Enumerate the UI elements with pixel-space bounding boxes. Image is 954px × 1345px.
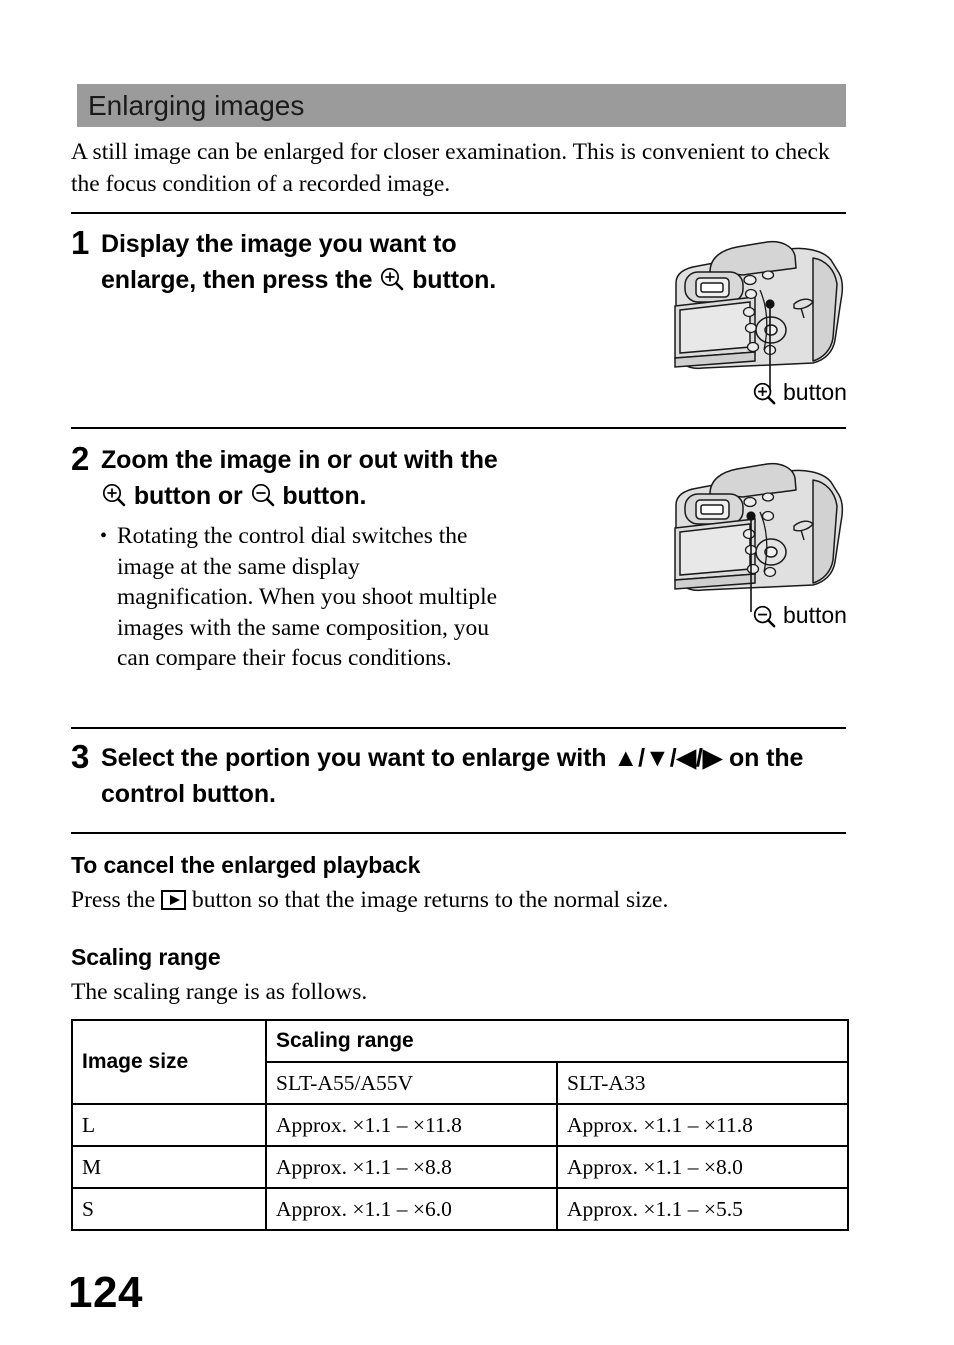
step-2-text: Zoom the image in or out with the button… [101,442,498,514]
row-L-a33: Approx. ×1.1 – ×11.8 [556,1103,849,1147]
figure-2-caption-text: button [783,602,847,628]
step-3-line-1-before: Select the portion you want to enlarge w… [101,744,607,772]
direction-arrows-icon: ▲/▼/◀/▶ [613,744,723,772]
page-number: 124 [68,1268,143,1317]
row-size-L: L [71,1103,267,1147]
step-2-number: 2 [71,440,90,477]
scaling-section-heading: Scaling range [71,944,221,970]
step-1-text: Display the image you want to enlarge, t… [101,226,496,298]
row-S-a55: Approx. ×1.1 – ×6.0 [265,1187,558,1231]
figure-1-caption: button [752,379,847,406]
step-1-line-2-before: enlarge, then press the [101,266,373,294]
manual-page: Enlarging images A still image can be en… [0,0,954,1345]
step-2-bullet-text: Rotating the control dial switches the i… [117,523,498,671]
magnifier-minus-icon [752,604,776,628]
cancel-section-heading: To cancel the enlarged playback [71,852,421,878]
rule-above-step-3 [71,727,846,729]
step-2-line-2-mid: button or [133,482,243,510]
step-3-line-2: control button. [101,780,276,808]
rule-below-step-3 [71,832,846,834]
step-3-text: Select the portion you want to enlarge w… [101,740,803,812]
highlighted-button-dot [746,511,756,521]
row-size-S: S [71,1187,267,1231]
figure-1-caption-text: button [783,379,847,405]
magnifier-minus-icon [250,482,276,508]
cancel-text-after: button so that the image returns to the … [191,887,669,913]
table-row: L Approx. ×1.1 – ×11.8 Approx. ×1.1 – ×1… [71,1103,849,1147]
table-header-col-a55: SLT-A55/A55V [265,1061,558,1105]
step-1-number: 1 [71,224,90,261]
section-title: Enlarging images [88,89,305,121]
row-M-a33: Approx. ×1.1 – ×8.0 [556,1145,849,1189]
row-M-a55: Approx. ×1.1 – ×8.8 [265,1145,558,1189]
cancel-section-text: Press the button so that the image retur… [71,884,668,916]
bullet-icon: • [100,525,108,547]
row-S-a33: Approx. ×1.1 – ×5.5 [556,1187,849,1231]
table-row: M Approx. ×1.1 – ×8.8 Approx. ×1.1 – ×8.… [71,1145,849,1189]
highlighted-button-dot [765,299,775,309]
step-3-number: 3 [71,738,90,775]
row-size-M: M [71,1145,267,1189]
table-header-col-a33: SLT-A33 [556,1061,849,1105]
rule-above-step-1 [71,212,846,214]
step-1-line-1: Display the image you want to [101,230,457,258]
rule-above-step-2 [71,427,846,429]
playback-button-icon [161,890,187,910]
section-header-bar: Enlarging images [71,84,846,127]
step-1-line-2-after: button. [412,266,497,294]
intro-paragraph: A still image can be enlarged for closer… [71,139,830,197]
table-header-scaling-range: Scaling range [265,1019,849,1063]
magnifier-plus-icon [101,482,127,508]
scaling-range-table: Image size Scaling range SLT-A55/A55V SL… [71,1019,849,1231]
step-1: 1 Display the image you want to enlarge,… [71,226,591,298]
row-L-a55: Approx. ×1.1 – ×11.8 [265,1103,558,1147]
table-header-image-size: Image size [71,1019,267,1105]
step-3: 3 Select the portion you want to enlarge… [71,740,861,812]
list-item: • Rotating the control dial switches the… [100,521,500,674]
step-2-line-1: Zoom the image in or out with the [101,446,498,474]
table-row: S Approx. ×1.1 – ×6.0 Approx. ×1.1 – ×5.… [71,1187,849,1231]
step-2: 2 Zoom the image in or out with the butt… [71,442,591,514]
scaling-section-text: The scaling range is as follows. [71,979,368,1005]
magnifier-plus-icon [379,266,405,292]
step-2-line-2-after: button. [282,482,367,510]
step-2-notes: • Rotating the control dial switches the… [100,521,500,674]
magnifier-plus-icon [752,381,776,405]
step-3-line-1-after: on the [728,744,804,772]
figure-2-caption: button [752,602,847,629]
table-header-row-1: Image size Scaling range [71,1019,849,1105]
cancel-text-before: Press the [71,887,156,913]
